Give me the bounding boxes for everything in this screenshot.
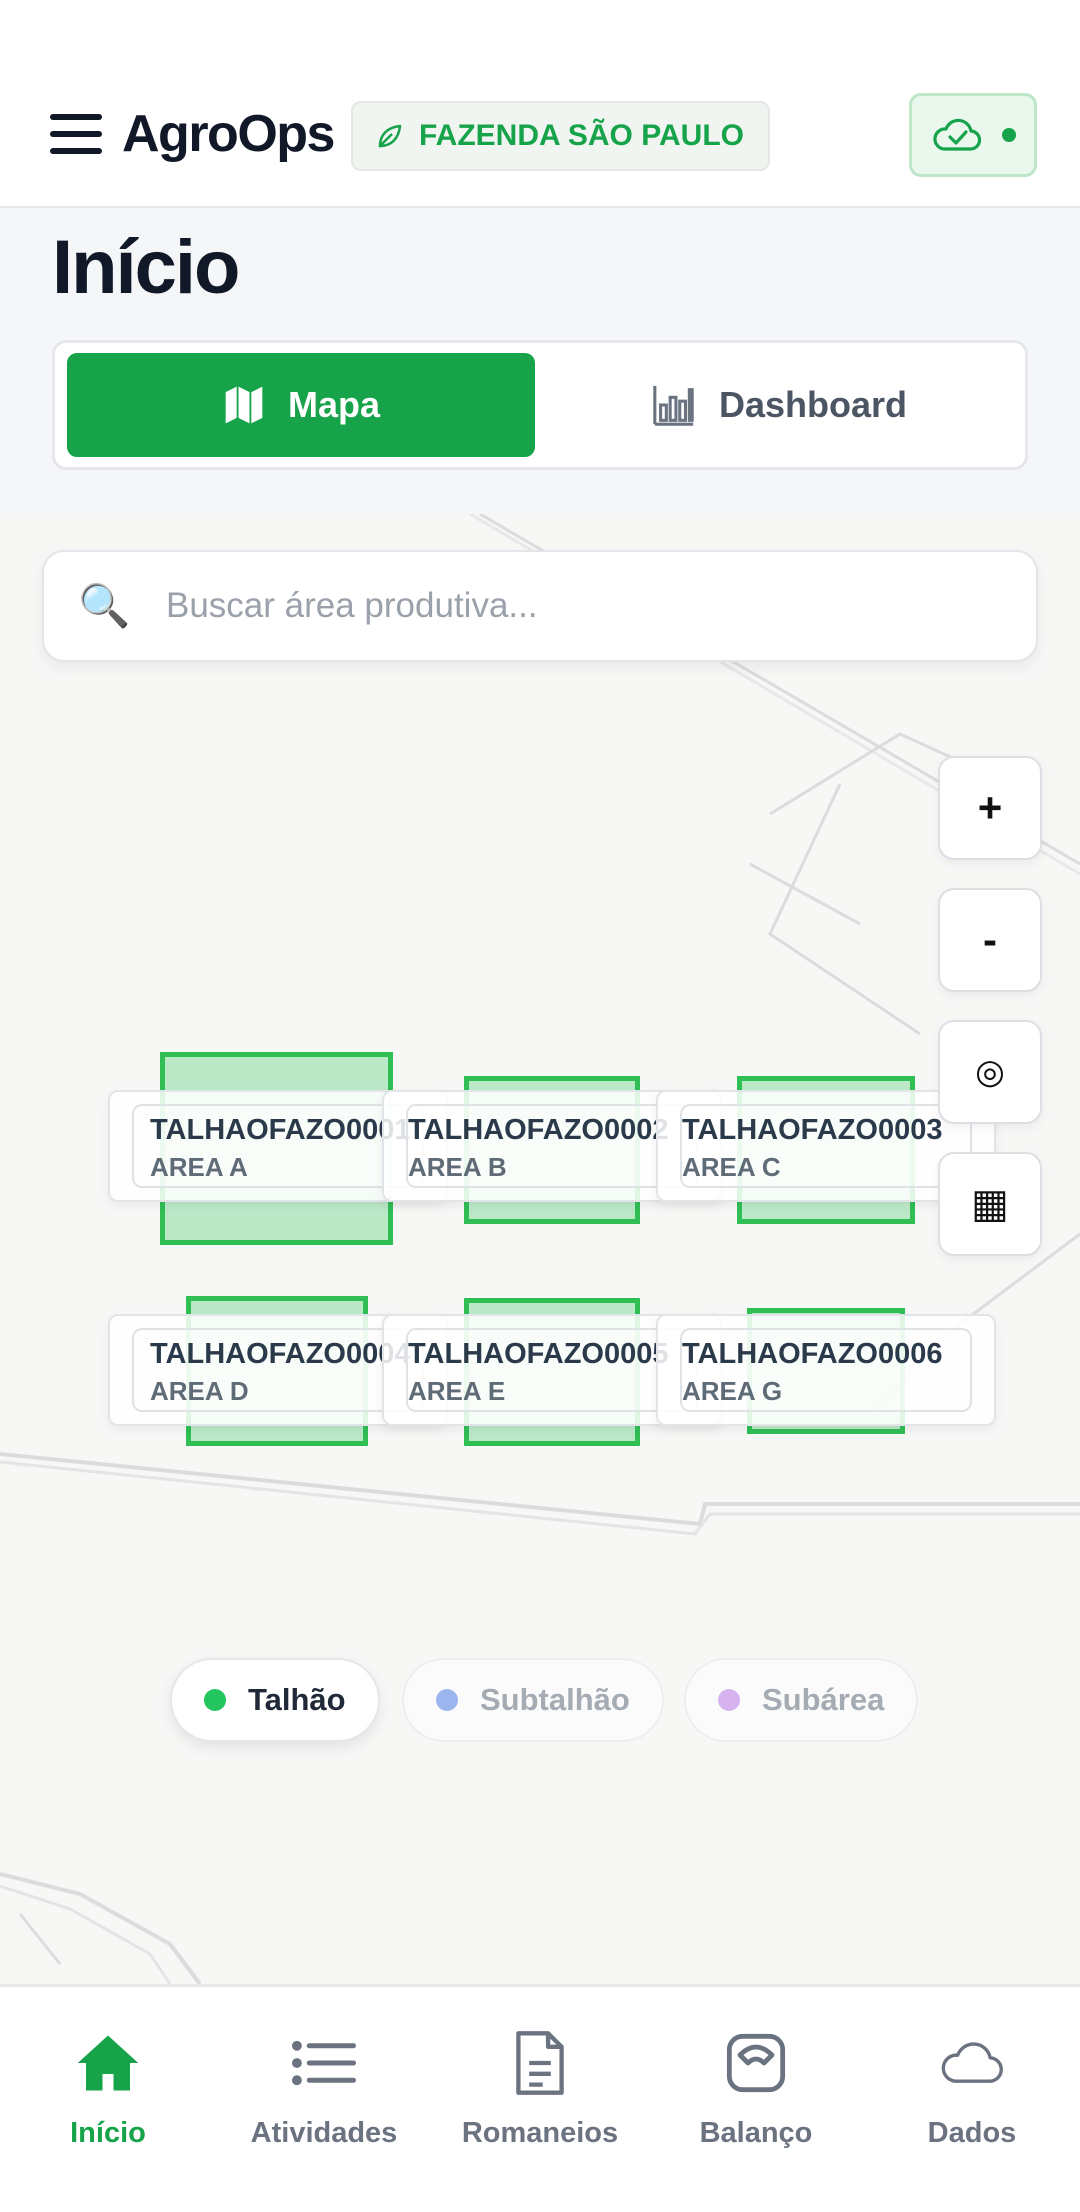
view-switcher: Mapa Dashboard <box>52 340 1028 470</box>
legend-label: Talhão <box>248 1682 346 1717</box>
legend-dot <box>204 1689 226 1711</box>
farm-selector[interactable]: FAZENDA SÃO PAULO <box>351 101 771 171</box>
sync-status-button[interactable] <box>909 93 1037 177</box>
document-icon <box>513 2027 567 2099</box>
locate-icon[interactable]: ◎ <box>938 1020 1042 1124</box>
leaf-icon <box>378 124 402 148</box>
tab-map[interactable]: Mapa <box>67 353 535 457</box>
map-background-roads <box>0 514 1080 1984</box>
nav-item-atividades[interactable]: Atividades <box>216 2027 432 2177</box>
nav-item-inicio[interactable]: Início <box>0 2027 216 2177</box>
cloud-icon <box>936 2027 1008 2099</box>
search-icon: 🔍 <box>78 581 131 629</box>
bottom-navigation: Início Atividades Romaneios Balanço Dado… <box>0 1984 1080 2212</box>
plot-label[interactable]: TALHAOFAZO0006 AREA G <box>656 1314 996 1426</box>
tab-dashboard-label: Dashboard <box>718 384 908 425</box>
zoom-in-icon[interactable]: + <box>938 756 1042 860</box>
farm-name: FAZENDA SÃO PAULO <box>419 119 745 152</box>
legend-subtalhao[interactable]: Subtalhão <box>402 1658 664 1742</box>
plot-code: TALHAOFAZO0004 <box>150 1338 411 1370</box>
nav-label: Dados <box>927 2117 1017 2149</box>
nav-item-dados[interactable]: Dados <box>864 2027 1080 2177</box>
nav-label: Romaneios <box>461 2117 619 2149</box>
plot-area: AREA B <box>408 1152 507 1182</box>
nav-label: Início <box>70 2117 146 2149</box>
zoom-out-icon[interactable]: - <box>938 888 1042 992</box>
nav-item-romaneios[interactable]: Romaneios <box>432 2027 648 2177</box>
plot-code: TALHAOFAZO0001 <box>150 1114 411 1146</box>
legend-label: Subárea <box>762 1682 885 1717</box>
map-view[interactable]: 🔍 + - ◎ ▦ TALHAOFAZO0001 AREA A TALHAOFA… <box>0 514 1080 1984</box>
home-icon <box>74 2027 142 2099</box>
map-icon <box>225 386 263 424</box>
tab-dashboard[interactable]: Dashboard <box>543 353 1015 457</box>
legend-dot <box>436 1689 458 1711</box>
search-input[interactable] <box>166 552 1036 660</box>
plot-code: TALHAOFAZO0002 <box>408 1114 669 1146</box>
plot-code: TALHAOFAZO0006 <box>682 1338 943 1370</box>
search-bar: 🔍 <box>42 550 1038 662</box>
hamburger-menu-icon[interactable] <box>50 114 104 154</box>
app-brand: AgroOps <box>122 105 335 163</box>
nav-label: Atividades <box>250 2117 398 2149</box>
plot-area: AREA G <box>682 1376 783 1406</box>
tab-map-label: Mapa <box>287 384 381 425</box>
top-bar: AgroOps FAZENDA SÃO PAULO <box>0 0 1080 208</box>
grid-layer-icon[interactable]: ▦ <box>938 1152 1042 1256</box>
cloud-check-icon <box>933 118 982 151</box>
plot-area: AREA C <box>682 1152 781 1182</box>
legend-label: Subtalhão <box>480 1682 630 1717</box>
sync-status-dot <box>1002 128 1016 142</box>
plot-code: TALHAOFAZO0005 <box>408 1338 669 1370</box>
nav-label: Balanço <box>699 2117 813 2149</box>
plot-area: AREA D <box>150 1376 249 1406</box>
bar-chart-icon <box>653 385 694 426</box>
app-screen: AgroOps FAZENDA SÃO PAULO Início Mapa Da… <box>0 0 1080 2212</box>
page-title: Início <box>52 225 240 310</box>
legend-talhao[interactable]: Talhão <box>170 1658 380 1742</box>
legend-subarea[interactable]: Subárea <box>684 1658 919 1742</box>
title-section: Início Mapa Dashboard <box>0 208 1080 514</box>
nav-item-balanco[interactable]: Balanço <box>648 2027 864 2177</box>
plot-area: AREA E <box>408 1376 506 1406</box>
plot-area: AREA A <box>150 1152 248 1182</box>
plot-code: TALHAOFAZO0003 <box>682 1114 943 1146</box>
legend-dot <box>718 1689 740 1711</box>
list-icon <box>292 2027 356 2099</box>
scale-icon <box>724 2027 788 2099</box>
